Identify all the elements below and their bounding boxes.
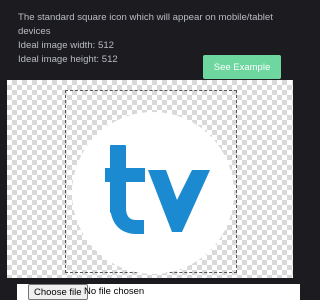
tv-logo-icon [105, 145, 210, 234]
image-upload-panel: The standard square icon which will appe… [0, 0, 300, 300]
tv-logo-image [72, 112, 234, 274]
choose-file-button[interactable]: Choose file [28, 284, 88, 300]
see-example-button[interactable]: See Example [203, 55, 281, 79]
file-input[interactable]: Choose file No file chosen [17, 284, 300, 300]
file-input-row: Choose file No file chosen [0, 280, 300, 300]
description-line-1: The standard square icon which will appe… [18, 12, 273, 23]
ideal-width-label: Ideal image width: 512 [18, 40, 114, 51]
description-line-2: devices [18, 26, 51, 37]
file-status: No file chosen [84, 286, 145, 297]
image-preview [7, 80, 293, 278]
